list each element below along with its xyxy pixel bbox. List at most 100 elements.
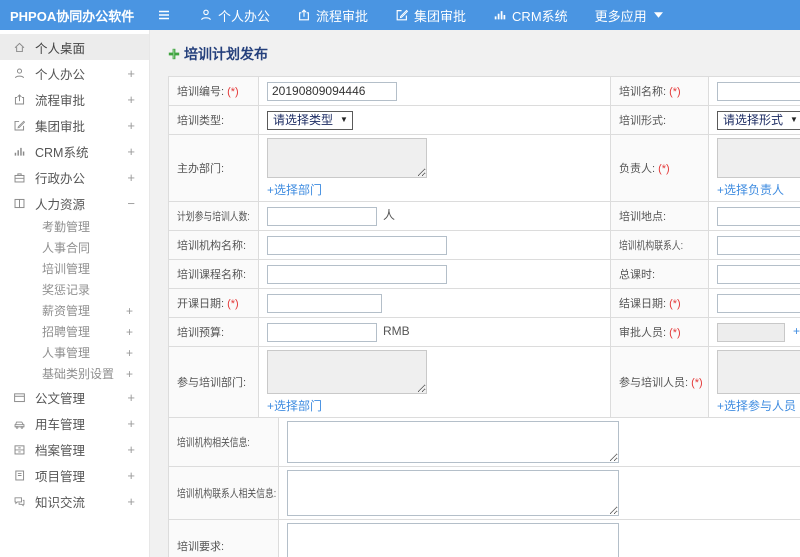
- field-label: 培训机构相关信息:: [177, 437, 250, 449]
- expand-toggle[interactable]: +: [126, 346, 133, 360]
- nav-item-process-approval[interactable]: 流程审批: [297, 6, 368, 25]
- start-date-input[interactable]: [267, 293, 382, 313]
- field-label: 培训机构名称:: [177, 240, 247, 252]
- planned-count-input[interactable]: [267, 206, 377, 226]
- sidebar: 个人桌面 个人办公 + 流程审批 + 集团审批 + CRM系统 + 行政办公 +: [0, 30, 150, 557]
- required-marker: (*): [669, 86, 681, 98]
- leader-box[interactable]: [717, 138, 800, 178]
- approver-field-cell: +选择审批人员: [708, 317, 800, 347]
- field-label: 培训地点:: [619, 211, 667, 223]
- select-leader-link[interactable]: +选择负责人: [717, 181, 784, 198]
- collapse-toggle[interactable]: −: [127, 196, 135, 211]
- sidebar-subitem-base-category[interactable]: 基础类别设置 +: [0, 363, 149, 384]
- sidebar-subitem-label: 人事管理: [42, 346, 91, 360]
- required-marker: (*): [227, 86, 239, 98]
- required-marker: (*): [658, 163, 670, 175]
- sidebar-subitem-label: 培训管理: [42, 262, 91, 276]
- course-name-label-cell: 培训课程名称:: [168, 259, 259, 289]
- total-hours-input[interactable]: [717, 264, 800, 284]
- expand-toggle[interactable]: +: [127, 416, 135, 431]
- sidebar-subitem-training[interactable]: 培训管理: [0, 258, 149, 279]
- sidebar-subitem-reward[interactable]: 奖惩记录: [0, 279, 149, 300]
- org-contact-info-textarea[interactable]: [287, 470, 619, 516]
- join-depts-box[interactable]: [267, 350, 427, 394]
- field-label: 培训类型:: [177, 115, 225, 127]
- nav-item-more-apps[interactable]: 更多应用: [595, 6, 663, 25]
- sidebar-subitem-salary[interactable]: 薪资管理 +: [0, 300, 149, 321]
- sidebar-subitem-hr-contract[interactable]: 人事合同: [0, 237, 149, 258]
- nav-item-personal-office[interactable]: 个人办公: [199, 6, 270, 25]
- sidebar-item-project-mgmt[interactable]: 项目管理 +: [0, 462, 149, 488]
- select-dept-link[interactable]: +选择部门: [267, 397, 322, 414]
- topbar: PHPOA协同办公软件 个人办公 流程审批 集团审批 CRM系统 更多应用: [0, 0, 800, 30]
- training-req-textarea[interactable]: [287, 523, 619, 557]
- sidebar-subitem-attendance[interactable]: 考勤管理: [0, 216, 149, 237]
- sidebar-subitem-recruit[interactable]: 招聘管理 +: [0, 321, 149, 342]
- host-dept-field-cell: +选择部门: [258, 134, 611, 202]
- org-info-label-cell: 培训机构相关信息:: [168, 417, 279, 467]
- location-input[interactable]: [717, 206, 800, 226]
- nav-item-label: 流程审批: [316, 8, 369, 24]
- end-date-input[interactable]: [717, 293, 800, 313]
- app-logo: PHPOA协同办公软件: [10, 8, 135, 24]
- expand-toggle[interactable]: +: [127, 390, 135, 405]
- sidebar-item-archive-mgmt[interactable]: 档案管理 +: [0, 436, 149, 462]
- user-icon: [199, 8, 213, 22]
- expand-toggle[interactable]: +: [126, 367, 133, 381]
- field-label: 培训预算:: [177, 327, 225, 339]
- field-label: 培训要求:: [177, 541, 225, 553]
- sidebar-item-process-approval[interactable]: 流程审批 +: [0, 86, 149, 112]
- sidebar-subitem-label: 奖惩记录: [42, 283, 91, 297]
- sidebar-item-group-approval[interactable]: 集团审批 +: [0, 112, 149, 138]
- sidebar-item-knowledge[interactable]: 知识交流 +: [0, 488, 149, 514]
- org-info-textarea[interactable]: [287, 421, 619, 463]
- edit-icon: [395, 8, 409, 22]
- sidebar-item-document-mgmt[interactable]: 公文管理 +: [0, 384, 149, 410]
- leader-field-cell: +选择负责人: [708, 134, 800, 202]
- training-req-field-cell: [278, 519, 800, 557]
- training-type-select[interactable]: 请选择类型 ▼: [267, 110, 353, 130]
- nav-item-crm[interactable]: CRM系统: [493, 6, 568, 25]
- select-participants-link[interactable]: +选择参与人员: [717, 397, 796, 414]
- table-row: 培训课程名称: 总课时:: [168, 259, 800, 289]
- expand-toggle[interactable]: +: [127, 170, 135, 185]
- select-approver-link[interactable]: +选择审批人员: [793, 324, 800, 338]
- sidebar-subitem-personnel[interactable]: 人事管理 +: [0, 342, 149, 363]
- field-label: 培训名称:: [619, 86, 667, 98]
- expand-toggle[interactable]: +: [127, 66, 135, 81]
- join-people-box[interactable]: [717, 350, 800, 394]
- expand-toggle[interactable]: +: [127, 144, 135, 159]
- expand-toggle[interactable]: +: [127, 442, 135, 457]
- unit-suffix: 人: [383, 208, 396, 223]
- select-dept-link[interactable]: +选择部门: [267, 181, 322, 198]
- host-dept-box[interactable]: [267, 138, 427, 178]
- sidebar-item-crm[interactable]: CRM系统 +: [0, 138, 149, 164]
- course-name-input[interactable]: [267, 264, 447, 284]
- training-no-input[interactable]: [267, 81, 397, 101]
- nav-item-group-approval[interactable]: 集团审批: [395, 6, 466, 25]
- org-contact-input[interactable]: [717, 235, 800, 255]
- expand-toggle[interactable]: +: [126, 325, 133, 339]
- expand-toggle[interactable]: +: [127, 468, 135, 483]
- expand-toggle[interactable]: +: [127, 118, 135, 133]
- expand-toggle[interactable]: +: [127, 494, 135, 509]
- expand-toggle[interactable]: +: [126, 304, 133, 318]
- sidebar-subitem-label: 考勤管理: [42, 220, 91, 234]
- budget-input[interactable]: [267, 322, 377, 342]
- approver-box[interactable]: [717, 322, 785, 342]
- sidebar-item-vehicle-mgmt[interactable]: 用车管理 +: [0, 410, 149, 436]
- sidebar-item-personal-office[interactable]: 个人办公 +: [0, 60, 149, 86]
- budget-field-cell: RMB: [258, 317, 611, 347]
- training-form-select[interactable]: 请选择形式 ▼: [717, 110, 800, 130]
- hamburger-menu-icon[interactable]: [156, 7, 172, 23]
- expand-toggle[interactable]: +: [127, 92, 135, 107]
- nav-item-label: 个人办公: [218, 8, 271, 24]
- field-label: 培训编号:: [177, 86, 225, 98]
- sidebar-item-hr[interactable]: 人力资源 −: [0, 190, 149, 216]
- leader-label-cell: 负责人: (*): [610, 134, 709, 202]
- sidebar-item-label: 流程审批: [35, 93, 86, 108]
- sidebar-item-personal-desktop[interactable]: 个人桌面: [0, 34, 149, 60]
- sidebar-item-admin-office[interactable]: 行政办公 +: [0, 164, 149, 190]
- training-name-input[interactable]: [717, 81, 800, 101]
- org-name-input[interactable]: [267, 235, 447, 255]
